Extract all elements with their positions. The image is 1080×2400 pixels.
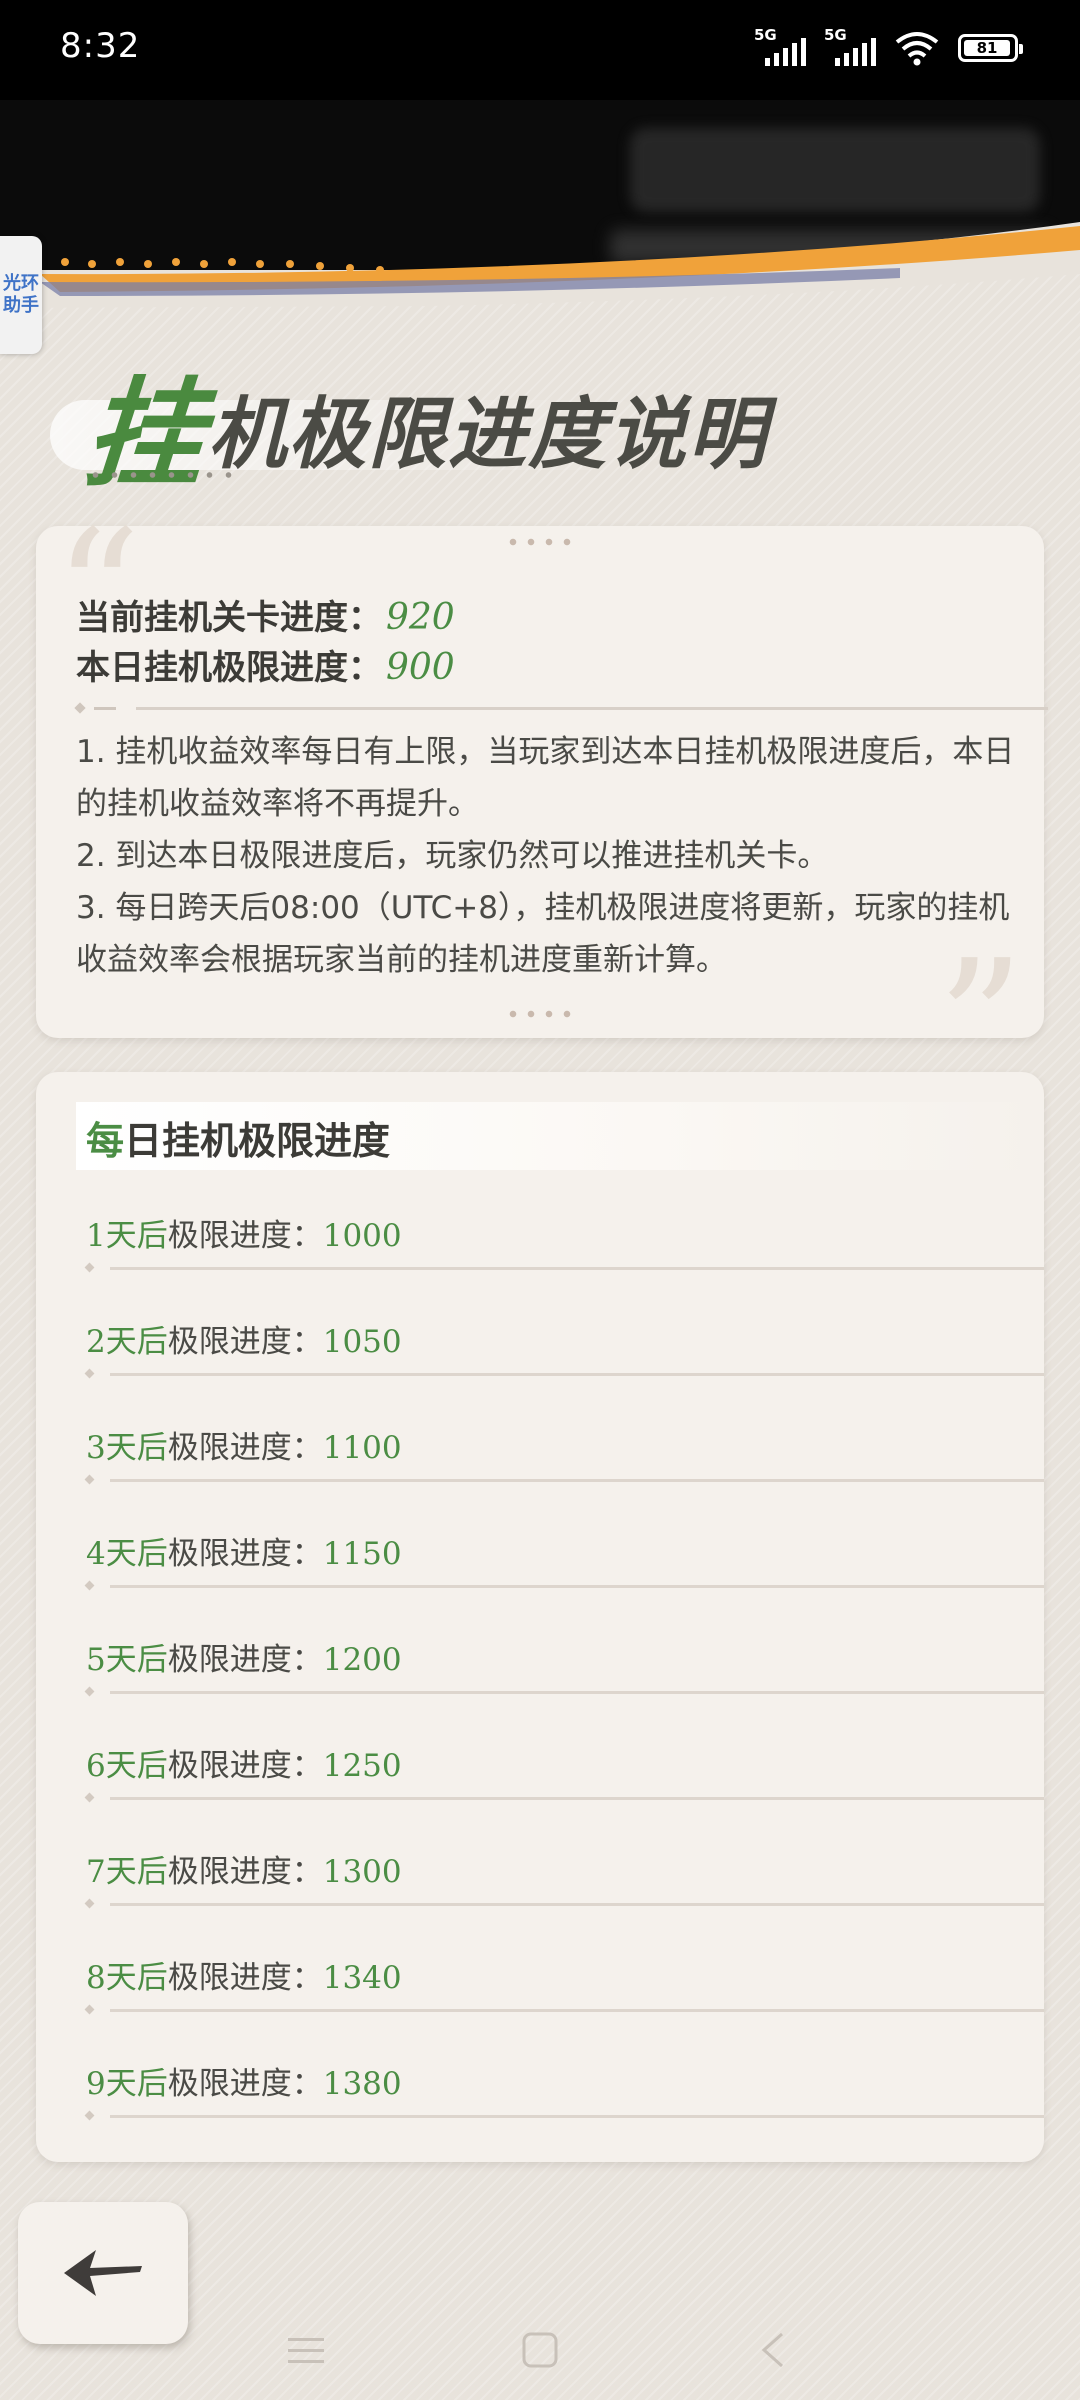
rules-text: 1. 挂机收益效率每日有上限，当玩家到达本日挂机极限进度后，本日的挂机收益效率将…	[76, 726, 1016, 986]
list-item: 4天后极限进度：1150	[84, 1528, 1044, 1634]
daily-limit-list-card: 每日挂机极限进度 1天后极限进度：1000 2天后极限进度：1050 3天后极限…	[36, 1072, 1044, 2162]
divider	[74, 702, 1048, 714]
rule-item: 3. 每日跨天后08:00（UTC+8），挂机极限进度将更新，玩家的挂机收益效率…	[76, 890, 1010, 978]
status-bar: 8:32 5G 5G 81	[0, 0, 1080, 100]
list-item: 3天后极限进度：1100	[84, 1422, 1044, 1528]
battery-icon: 81	[958, 34, 1023, 62]
home-icon[interactable]	[516, 2326, 564, 2374]
daily-limit-value: 900	[386, 647, 455, 688]
list-title: 每日挂机极限进度	[86, 1119, 391, 1163]
arrow-left-icon	[64, 2250, 142, 2296]
list-item: 9天后极限进度：1380	[84, 2058, 1044, 2162]
rule-item: 1. 挂机收益效率每日有上限，当玩家到达本日挂机极限进度后，本日的挂机收益效率将…	[76, 734, 1015, 822]
list-item: 5天后极限进度：1200	[84, 1634, 1044, 1740]
status-icons: 5G 5G 81	[754, 26, 1023, 66]
helper-side-tab[interactable]: 光环助手	[0, 236, 42, 354]
list-item: 2天后极限进度：1050	[84, 1316, 1044, 1422]
list-item: 6天后极限进度：1250	[84, 1740, 1044, 1846]
menu-icon[interactable]	[282, 2326, 330, 2374]
current-stage-value: 920	[386, 597, 455, 638]
decorative-wave	[0, 222, 1080, 308]
status-time: 8:32	[60, 26, 141, 66]
cell-signal-icon: 5G	[754, 26, 806, 66]
page-title-initial: 挂	[80, 364, 209, 503]
title-dots-decoration	[86, 470, 236, 480]
system-navigation-bar	[0, 2300, 1080, 2400]
list-item: 8天后极限进度：1340	[84, 1952, 1044, 2058]
list-item: 7天后极限进度：1300	[84, 1846, 1044, 1952]
rule-item: 2. 到达本日极限进度后，玩家仍然可以推进挂机关卡。	[76, 838, 829, 874]
progress-info-card: “ 当前挂机关卡进度： 920 本日挂机极限进度： 900 1. 挂机收益效率每日有…	[36, 508, 1048, 1108]
list-item: 1天后极限进度：1000	[84, 1210, 1044, 1316]
page-title-text: 机极限进度说明	[208, 389, 769, 480]
current-stage-progress: 当前挂机关卡进度： 920	[76, 597, 455, 638]
daily-limit-progress: 本日挂机极限进度： 900	[76, 647, 455, 688]
battery-level: 81	[964, 40, 1010, 56]
wifi-icon	[895, 32, 939, 66]
page-title: 挂 机极限进度说明	[50, 330, 780, 503]
cell-signal-icon: 5G	[824, 26, 876, 66]
chevron-left-icon[interactable]	[750, 2326, 798, 2374]
